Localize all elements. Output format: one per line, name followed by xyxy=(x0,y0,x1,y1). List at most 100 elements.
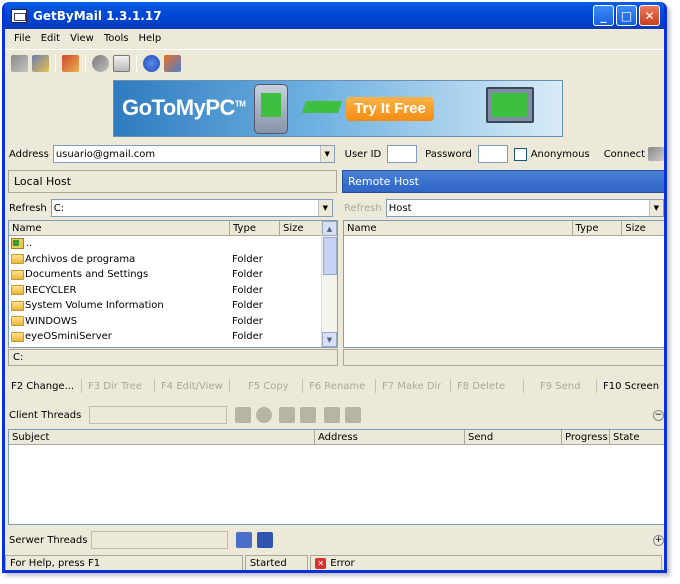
gift-icon[interactable] xyxy=(62,55,79,72)
scroll-up-arrow-icon[interactable]: ▲ xyxy=(322,221,337,236)
file-row-parent[interactable]: .. xyxy=(9,236,337,252)
expand-icon[interactable]: + xyxy=(653,534,664,546)
f7-make-dir-button[interactable]: F7 Make Dir xyxy=(376,381,444,392)
home-icon[interactable] xyxy=(164,55,181,72)
remote-refresh-button[interactable]: Refresh xyxy=(344,203,382,214)
f10-screen-button[interactable]: F10 Screen xyxy=(597,381,659,392)
window-title: GetByMail 1.3.1.17 xyxy=(33,8,162,23)
save-icon[interactable] xyxy=(300,407,316,423)
file-name: System Volume Information xyxy=(25,300,164,312)
collapse-icon[interactable]: − xyxy=(653,409,664,421)
client-threads-row: Client Threads − xyxy=(9,403,664,427)
col-type[interactable]: Type xyxy=(573,221,623,235)
ad-banner[interactable]: GoToMyPCTM Try It Free xyxy=(113,80,563,137)
menu-edit[interactable]: Edit xyxy=(36,33,65,44)
col-type[interactable]: Type xyxy=(230,221,280,235)
local-path-status: C: xyxy=(8,349,338,366)
users-add-icon[interactable] xyxy=(32,55,49,72)
address-combo[interactable]: usuario@gmail.com ▼ xyxy=(52,145,335,163)
chevron-down-icon[interactable]: ▼ xyxy=(319,146,334,162)
menu-help[interactable]: Help xyxy=(133,33,166,44)
chevron-down-icon[interactable]: ▼ xyxy=(317,200,332,216)
app-icon xyxy=(11,8,27,23)
toolbar-separator xyxy=(136,54,137,73)
chevron-down-icon[interactable]: ▼ xyxy=(648,200,663,216)
local-refresh-button[interactable]: Refresh xyxy=(9,203,47,214)
f8-delete-button[interactable]: F8 Delete xyxy=(451,381,517,392)
f6-rename-button[interactable]: F6 Rename xyxy=(303,381,369,392)
file-row[interactable]: WINDOWS Folder xyxy=(9,314,337,330)
save-icon[interactable] xyxy=(257,532,273,548)
userid-field[interactable] xyxy=(387,145,418,163)
status-bar: For Help, press F1 Started ✕ Error xyxy=(5,553,664,570)
remote-column-header: Name Type Size xyxy=(344,221,664,236)
col-name[interactable]: Name xyxy=(344,221,573,235)
stop-icon[interactable] xyxy=(256,407,272,423)
connect-icon[interactable] xyxy=(648,147,664,161)
gear-icon[interactable] xyxy=(92,55,109,72)
mail-icon[interactable] xyxy=(113,55,130,72)
f9-send-button[interactable]: F9 Send xyxy=(524,381,590,392)
page-icon[interactable] xyxy=(236,532,252,548)
address-label: Address xyxy=(9,148,49,160)
page-icon[interactable] xyxy=(235,407,251,423)
folder-icon xyxy=(11,331,24,342)
banner-brand: GoToMyPCTM xyxy=(122,95,246,120)
col-state[interactable]: State xyxy=(610,430,664,444)
folder-icon xyxy=(11,300,24,311)
f4-edit-view-button[interactable]: F4 Edit/View xyxy=(155,381,223,392)
floppy-icon[interactable] xyxy=(279,407,295,423)
menu-file[interactable]: File xyxy=(9,33,36,44)
banner-cta-button[interactable]: Try It Free xyxy=(346,97,434,121)
file-row[interactable]: eyeOSminiServer Folder xyxy=(9,329,337,345)
menu-tools[interactable]: Tools xyxy=(99,33,134,44)
file-row[interactable]: RECYCLER Folder xyxy=(9,283,337,299)
local-scrollbar[interactable]: ▲ ▼ xyxy=(321,221,337,347)
toolbar-separator xyxy=(55,54,56,73)
help-icon[interactable] xyxy=(143,55,160,72)
folder-icon xyxy=(11,254,24,265)
users-icon[interactable] xyxy=(11,55,28,72)
col-progress[interactable]: Progress xyxy=(562,430,610,444)
file-row[interactable]: System Volume Information Folder xyxy=(9,298,337,314)
forward-icon[interactable] xyxy=(324,407,340,423)
remote-host-header: Remote Host xyxy=(342,170,664,193)
connect-button[interactable]: Connect xyxy=(604,149,645,160)
local-drive-combo[interactable]: C: ▼ xyxy=(50,199,333,217)
file-row[interactable]: Documents and Settings Folder xyxy=(9,267,337,283)
status-state: Started xyxy=(244,554,309,570)
col-subject[interactable]: Subject xyxy=(9,430,315,444)
local-drive-value: C: xyxy=(53,202,65,214)
col-name[interactable]: Name xyxy=(9,221,230,235)
file-name: WINDOWS xyxy=(25,315,78,327)
menu-view[interactable]: View xyxy=(65,33,99,44)
server-threads-label: Serwer Threads xyxy=(9,534,88,546)
f2-change-button[interactable]: F2 Change... xyxy=(5,381,75,392)
file-name: eyeOSminiServer xyxy=(25,331,112,343)
file-row[interactable]: Archivos de programa Folder xyxy=(9,252,337,268)
title-bar[interactable]: GetByMail 1.3.1.17 _ □ ✕ xyxy=(5,2,664,29)
scroll-down-arrow-icon[interactable]: ▼ xyxy=(322,332,337,347)
client-threads-grid[interactable]: Subject Address Send Progress State xyxy=(8,429,664,525)
remote-refresh-row: Refresh Host ▼ xyxy=(344,198,664,218)
local-file-list[interactable]: Name Type Size .. Archivos de programa F… xyxy=(8,220,338,348)
minimize-button[interactable]: _ xyxy=(593,5,614,26)
remote-host-combo[interactable]: Host ▼ xyxy=(385,199,664,217)
remote-file-list[interactable]: Name Type Size xyxy=(343,220,664,348)
f3-dir-tree-button[interactable]: F3 Dir Tree xyxy=(82,381,148,392)
col-size[interactable]: Size xyxy=(280,221,322,235)
eraser-icon[interactable] xyxy=(345,407,361,423)
local-host-header: Local Host xyxy=(8,170,337,193)
scroll-thumb[interactable] xyxy=(323,237,337,275)
col-send[interactable]: Send xyxy=(465,430,562,444)
pda-image xyxy=(254,84,288,134)
close-button[interactable]: ✕ xyxy=(639,5,660,26)
userid-label: User ID xyxy=(344,148,382,160)
maximize-button[interactable]: □ xyxy=(616,5,637,26)
col-address[interactable]: Address xyxy=(315,430,465,444)
col-size[interactable]: Size xyxy=(622,221,664,235)
password-field[interactable] xyxy=(477,145,508,163)
f5-copy-button[interactable]: F5 Copy xyxy=(230,381,296,392)
anonymous-checkbox[interactable] xyxy=(513,147,527,161)
file-type: Folder xyxy=(232,284,263,296)
